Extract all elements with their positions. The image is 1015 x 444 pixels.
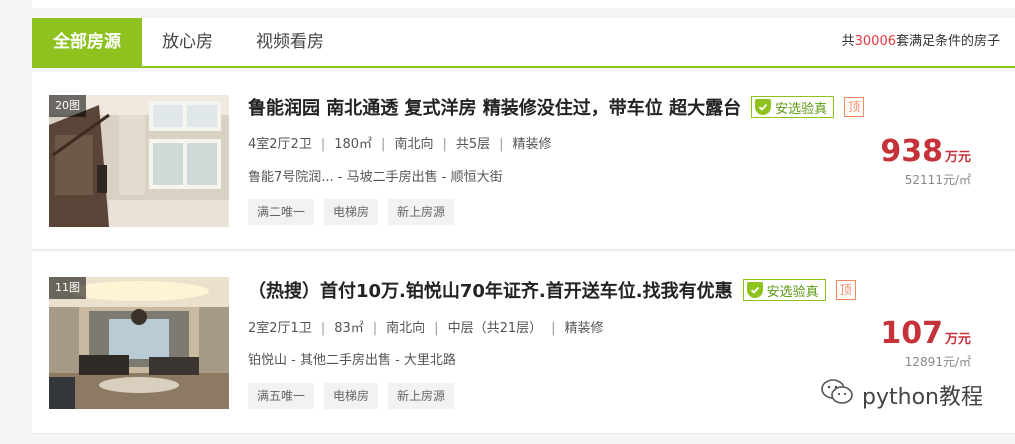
wechat-icon — [820, 378, 854, 412]
verified-label: 安选验真 — [766, 284, 819, 300]
spec-decoration: 精装修 — [564, 321, 604, 336]
tag-full-years: 满二唯一 — [248, 199, 315, 225]
spec-area: 180㎡ — [334, 137, 373, 152]
spec-layout: 2室2厅1卫 — [248, 321, 312, 336]
listing-title[interactable]: 鲁能润园 南北通透 复式洋房 精装修没住过，带车位 超大露台 — [248, 94, 741, 120]
total-price-value: 107 — [880, 316, 943, 351]
spec-separator: | — [372, 321, 378, 336]
photo-count-badge: 11图 — [49, 277, 86, 299]
spec-orientation: 南北向 — [386, 321, 426, 336]
tag-elevator: 电梯房 — [324, 383, 379, 409]
listing-title-row: 鲁能润园 南北通透 复式洋房 精装修没住过，带车位 超大露台 安选验真 顶 — [248, 94, 865, 120]
spec-separator: | — [551, 321, 556, 336]
listing-title[interactable]: （热搜）首付10万.铂悦山70年证齐.首开送车位.找我有优惠 — [248, 277, 733, 303]
result-count: 共30006套满足条件的房子 — [842, 18, 1000, 66]
result-count-suffix: 套满足条件的房子 — [895, 34, 1000, 49]
spec-orientation: 南北向 — [394, 137, 434, 152]
listing-address[interactable]: 鲁能7号院润... - 马坡二手房出售 - 顺恒大街 — [248, 166, 503, 185]
top-promoted-tag: 顶 — [844, 97, 865, 117]
spec-area: 83㎡ — [334, 321, 364, 336]
unit-price: 12891元/㎡ — [904, 355, 971, 369]
top-promoted-tag: 顶 — [835, 280, 856, 300]
listing-tags: 满五唯一 电梯房 新上房源 — [248, 383, 464, 409]
shield-check-icon — [755, 99, 772, 115]
verified-label: 安选验真 — [775, 101, 828, 117]
watermark: python教程 — [820, 378, 983, 412]
tab-all-listings[interactable]: 全部房源 — [32, 18, 142, 66]
result-count-prefix: 共 — [841, 34, 855, 49]
listing-address[interactable]: 铂悦山 - 其他二手房出售 - 大里北路 — [248, 349, 456, 368]
filter-tab-bar: 全部房源 放心房 视频看房 共30006套满足条件的房子 — [32, 18, 1015, 68]
spec-separator: | — [434, 321, 439, 336]
listing-price: 107 万元 12891元/㎡ — [880, 316, 971, 370]
top-panel-edge — [32, 0, 1015, 8]
shield-check-icon — [746, 282, 763, 298]
spec-floor: 中层（共21层） — [447, 321, 543, 336]
spec-decoration: 精装修 — [512, 137, 552, 152]
listing-specs: 2室2厅1卫 | 83㎡ | 南北向 | 中层（共21层） | 精装修 — [248, 317, 604, 336]
result-count-number: 30006 — [854, 34, 896, 49]
total-price-unit: 万元 — [944, 332, 971, 347]
tag-new-listing: 新上房源 — [388, 199, 455, 225]
total-price-unit: 万元 — [944, 150, 971, 165]
tag-elevator: 电梯房 — [324, 199, 379, 225]
watermark-text: python教程 — [862, 385, 983, 410]
spec-layout: 4室2厅2卫 — [248, 137, 312, 152]
spec-separator: | — [320, 321, 326, 336]
listing-price: 938 万元 52111元/㎡ — [880, 134, 971, 188]
spec-separator: | — [499, 137, 504, 152]
listing-photo[interactable]: 11图 — [49, 277, 229, 409]
listing-photo[interactable]: 20图 — [49, 95, 229, 227]
photo-count-badge: 20图 — [49, 95, 86, 117]
listing-tags: 满二唯一 电梯房 新上房源 — [248, 199, 464, 225]
listing-title-row: （热搜）首付10万.铂悦山70年证齐.首开送车位.找我有优惠 安选验真 顶 — [248, 277, 856, 303]
spec-separator: | — [320, 137, 326, 152]
tag-full-years: 满五唯一 — [248, 383, 315, 409]
tab-video-viewing[interactable]: 视频看房 — [256, 18, 324, 66]
total-price-value: 938 — [880, 134, 943, 169]
tag-new-listing: 新上房源 — [388, 383, 455, 409]
listing-specs: 4室2厅2卫 | 180㎡ | 南北向 | 共5层 | 精装修 — [248, 133, 552, 152]
verified-badge: 安选验真 — [751, 96, 835, 118]
total-price: 107 万元 — [880, 316, 971, 351]
verified-badge: 安选验真 — [742, 279, 826, 301]
unit-price: 52111元/㎡ — [904, 173, 971, 187]
spec-floor: 共5层 — [455, 137, 491, 152]
listing-item[interactable]: 20图 鲁能润园 南北通透 复式洋房 精装修没住过，带车位 超大露台 安选验真 … — [32, 72, 1015, 250]
spec-separator: | — [442, 137, 447, 152]
total-price: 938 万元 — [880, 134, 971, 169]
spec-separator: | — [381, 137, 386, 152]
tab-trusted-listings[interactable]: 放心房 — [162, 18, 213, 66]
